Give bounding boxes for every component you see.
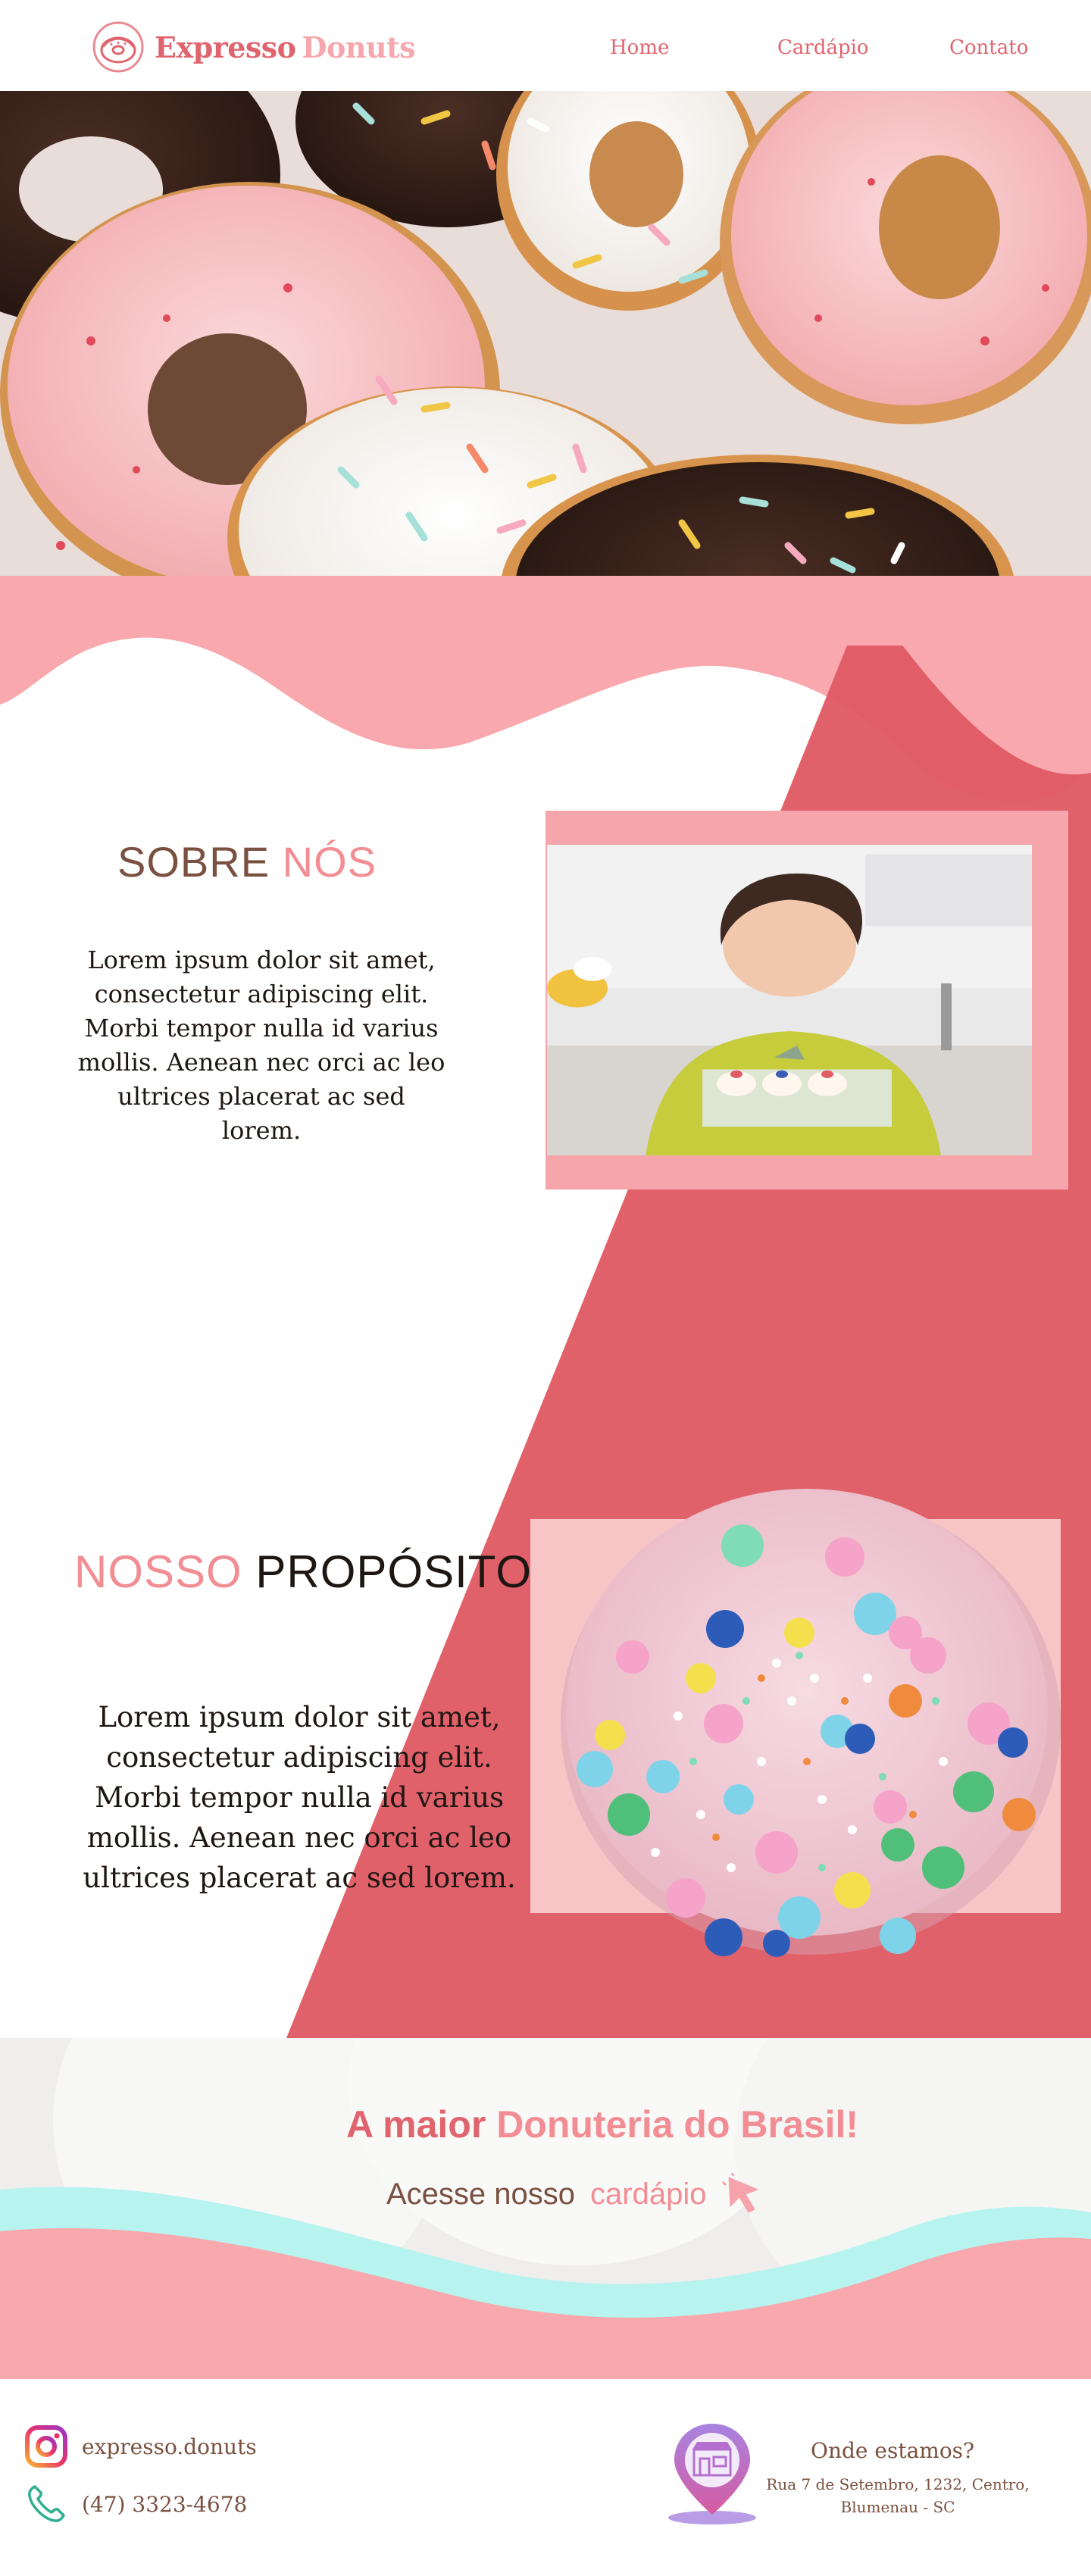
phone-number: (47) 3323-4678 <box>82 2491 248 2517</box>
purpose-title-part1: NOSSO <box>74 1546 242 1597</box>
site-header: Expresso Donuts Home Cardápio Contato <box>0 0 1091 91</box>
nav-contact-link[interactable]: Contato <box>949 36 1028 59</box>
brand-name-part2: Donuts <box>302 30 416 64</box>
hero-donuts-image <box>0 91 1091 576</box>
cta-menu-link[interactable]: Acesse nosso cardápio <box>386 2173 764 2215</box>
sprinkle-donut-image <box>561 1489 1061 1957</box>
purpose-title: NOSSO PROPÓSITO <box>74 1546 532 1598</box>
cta-title-part1: A maior <box>345 2103 486 2146</box>
about-title: SOBRE NÓS <box>117 837 377 886</box>
donut-logo-icon <box>92 21 144 73</box>
content-section: SOBRE NÓS Lorem ipsum dolor sit amet, co… <box>0 576 1091 2038</box>
logo[interactable]: Expresso Donuts <box>91 20 416 74</box>
about-text: Lorem ipsum dolor sit amet, consectetur … <box>77 946 445 1145</box>
brand-name: Expresso Donuts <box>155 30 416 64</box>
cta-line-part1: Acesse nosso <box>386 2177 576 2211</box>
menu-cta-section: A maior Donuteria do Brasil! Acesse noss… <box>0 2038 1091 2379</box>
cursor-click-icon <box>722 2173 758 2213</box>
instagram-handle: expresso.donuts <box>82 2434 257 2459</box>
cta-line-part2: cardápio <box>590 2177 707 2211</box>
nav-home-link[interactable]: Home <box>610 36 669 59</box>
about-title-part1: SOBRE <box>117 838 270 886</box>
nav-menu-link[interactable]: Cardápio <box>777 36 869 59</box>
phone-icon <box>28 2485 65 2522</box>
brand-name-part1: Expresso <box>155 30 296 64</box>
cta-title: A maior Donuteria do Brasil! <box>0 2102 1091 2146</box>
instagram-icon <box>25 2425 67 2468</box>
site-footer: expresso.donuts (47) 3323-4678 Onde esta… <box>0 2379 1091 2576</box>
purpose-text: Lorem ipsum dolor sit amet, consectetur … <box>83 1701 516 1894</box>
about-photo <box>547 845 1032 1155</box>
instagram-contact[interactable]: expresso.donuts <box>24 2424 257 2468</box>
location-address: Rua 7 de Setembro, 1232, Centro, Blumena… <box>766 2475 1030 2516</box>
store-pin-icon <box>668 2424 756 2524</box>
location-title: Onde estamos? <box>811 2438 975 2463</box>
purpose-title-part2: PROPÓSITO <box>255 1546 533 1597</box>
cta-title-part2: Donuteria do Brasil! <box>496 2103 859 2146</box>
about-title-part2: NÓS <box>282 838 377 886</box>
phone-contact[interactable]: (47) 3323-4678 <box>24 2482 247 2526</box>
hero-banner <box>0 91 1091 576</box>
